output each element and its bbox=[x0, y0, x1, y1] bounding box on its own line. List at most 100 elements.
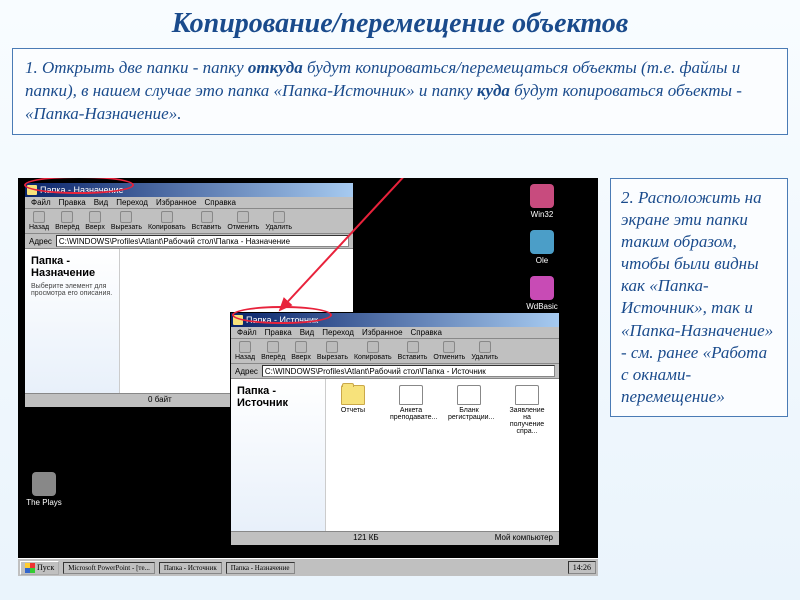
taskbar-item-destination[interactable]: Папка - Назначение bbox=[226, 562, 295, 574]
tb-paste[interactable]: Вставить bbox=[398, 341, 428, 361]
tb-undo[interactable]: Отменить bbox=[433, 341, 465, 361]
window-title: Папка - Источник bbox=[246, 315, 318, 325]
file-list[interactable]: Отчеты Анкета преподавате... Бланк регис… bbox=[326, 379, 559, 531]
left-panel: Папка - Источник bbox=[231, 379, 326, 531]
left-panel: Папка - Назначение Выберите элемент для … bbox=[25, 249, 120, 393]
folder-item[interactable]: Отчеты bbox=[332, 385, 374, 435]
tb-label: Назад bbox=[235, 354, 255, 361]
menu-help[interactable]: Справка bbox=[411, 328, 442, 337]
address-input[interactable] bbox=[56, 235, 349, 247]
tb-delete[interactable]: Удалить bbox=[265, 211, 292, 231]
file-item[interactable]: Анкета преподавате... bbox=[390, 385, 432, 435]
file-item[interactable]: Заявление на получение спра... bbox=[506, 385, 548, 435]
step1-text-a: 1. Открыть две папки - папку bbox=[25, 58, 248, 77]
desktop-screenshot: Win32 Ole WdBasic The Plays Папка - Назн… bbox=[18, 178, 598, 576]
tb-paste[interactable]: Вставить bbox=[192, 211, 222, 231]
desktop-icon-label: The Plays bbox=[24, 498, 64, 507]
menu-favorites[interactable]: Избранное bbox=[362, 328, 403, 337]
tb-copy[interactable]: Копировать bbox=[148, 211, 186, 231]
address-label: Адрес bbox=[29, 237, 52, 246]
address-label: Адрес bbox=[235, 367, 258, 376]
status-mid: 0 байт bbox=[148, 395, 172, 406]
menu-file[interactable]: Файл bbox=[237, 328, 257, 337]
tb-back[interactable]: Назад bbox=[235, 341, 255, 361]
titlebar-destination[interactable]: Папка - Назначение bbox=[25, 183, 353, 197]
menu-edit[interactable]: Правка bbox=[265, 328, 292, 337]
tb-back[interactable]: Назад bbox=[29, 211, 49, 231]
file-label: Заявление на получение спра... bbox=[506, 407, 548, 435]
tb-label: Вставить bbox=[192, 224, 222, 231]
step2-instructions: 2. Расположить на экране эти папки таким… bbox=[610, 178, 788, 417]
desktop-icon-win32[interactable]: Win32 bbox=[522, 184, 562, 219]
start-button[interactable]: Пуск bbox=[20, 561, 59, 575]
titlebar-source[interactable]: Папка - Источник bbox=[231, 313, 559, 327]
menu-help[interactable]: Справка bbox=[205, 198, 236, 207]
file-label: Отчеты bbox=[332, 407, 374, 414]
step1-instructions: 1. Открыть две папки - папку откуда буду… bbox=[12, 48, 788, 135]
desktop-icon-ole[interactable]: Ole bbox=[522, 230, 562, 265]
tb-cut[interactable]: Вырезать bbox=[111, 211, 142, 231]
tb-label: Вставить bbox=[398, 354, 428, 361]
window-source[interactable]: Папка - Источник Файл Правка Вид Переход… bbox=[230, 312, 560, 540]
menu-view[interactable]: Вид bbox=[94, 198, 108, 207]
taskbar-item-powerpoint[interactable]: Microsoft PowerPoint - [те... bbox=[63, 562, 155, 574]
tb-label: Удалить bbox=[471, 354, 498, 361]
tb-label: Вверх bbox=[85, 224, 105, 231]
menu-go[interactable]: Переход bbox=[116, 198, 148, 207]
tb-forward[interactable]: Вперёд bbox=[55, 211, 79, 231]
tb-label: Вырезать bbox=[317, 354, 348, 361]
tb-label: Копировать bbox=[354, 354, 392, 361]
tb-up[interactable]: Вверх bbox=[291, 341, 311, 361]
file-label: Бланк регистрации... bbox=[448, 407, 490, 421]
status-mid: 121 КБ bbox=[353, 533, 378, 544]
desktop-icon-theplays[interactable]: The Plays bbox=[24, 472, 64, 507]
status-right: Мой компьютер bbox=[495, 533, 553, 544]
statusbar: 121 КБ Мой компьютер bbox=[231, 531, 559, 545]
content-area: Папка - Источник Отчеты Анкета преподава… bbox=[231, 379, 559, 531]
slide-title: Копирование/перемещение объектов bbox=[0, 0, 800, 44]
taskbar-item-source[interactable]: Папка - Источник bbox=[159, 562, 222, 574]
tb-label: Вверх bbox=[291, 354, 311, 361]
tb-label: Отменить bbox=[433, 354, 465, 361]
tb-cut[interactable]: Вырезать bbox=[317, 341, 348, 361]
desktop-icon-wdbasic[interactable]: WdBasic bbox=[522, 276, 562, 311]
menu-favorites[interactable]: Избранное bbox=[156, 198, 197, 207]
menubar[interactable]: Файл Правка Вид Переход Избранное Справк… bbox=[231, 327, 559, 339]
desktop-icon-label: WdBasic bbox=[522, 302, 562, 311]
folder-description: Выберите элемент для просмотра его описа… bbox=[31, 283, 113, 297]
folder-icon bbox=[233, 315, 243, 325]
folder-heading: Папка - Назначение bbox=[31, 255, 113, 279]
toolbar: Назад Вперёд Вверх Вырезать Копировать В… bbox=[25, 209, 353, 234]
tb-label: Вырезать bbox=[111, 224, 142, 231]
tb-label: Отменить bbox=[227, 224, 259, 231]
address-bar: Адрес bbox=[231, 364, 559, 379]
taskbar: Пуск Microsoft PowerPoint - [те... Папка… bbox=[18, 558, 598, 576]
window-title: Папка - Назначение bbox=[40, 185, 124, 195]
tb-copy[interactable]: Копировать bbox=[354, 341, 392, 361]
folder-icon bbox=[27, 185, 37, 195]
tb-delete[interactable]: Удалить bbox=[471, 341, 498, 361]
tb-label: Назад bbox=[29, 224, 49, 231]
tb-label: Копировать bbox=[148, 224, 186, 231]
tb-label: Удалить bbox=[265, 224, 292, 231]
toolbar: Назад Вперёд Вверх Вырезать Копировать В… bbox=[231, 339, 559, 364]
menu-file[interactable]: Файл bbox=[31, 198, 51, 207]
menu-view[interactable]: Вид bbox=[300, 328, 314, 337]
menu-go[interactable]: Переход bbox=[322, 328, 354, 337]
address-input[interactable] bbox=[262, 365, 555, 377]
system-tray-clock: 14:26 bbox=[568, 561, 596, 574]
tb-up[interactable]: Вверх bbox=[85, 211, 105, 231]
tb-forward[interactable]: Вперёд bbox=[261, 341, 285, 361]
windows-logo-icon bbox=[25, 563, 35, 573]
file-label: Анкета преподавате... bbox=[390, 407, 432, 421]
file-item[interactable]: Бланк регистрации... bbox=[448, 385, 490, 435]
tb-undo[interactable]: Отменить bbox=[227, 211, 259, 231]
step1-keyword-1: откуда bbox=[248, 58, 303, 77]
tb-label: Вперёд bbox=[55, 224, 79, 231]
menubar[interactable]: Файл Правка Вид Переход Избранное Справк… bbox=[25, 197, 353, 209]
folder-heading: Папка - Источник bbox=[237, 385, 319, 409]
start-label: Пуск bbox=[37, 563, 54, 572]
tb-label: Вперёд bbox=[261, 354, 285, 361]
menu-edit[interactable]: Правка bbox=[59, 198, 86, 207]
desktop-icon-label: Ole bbox=[522, 256, 562, 265]
